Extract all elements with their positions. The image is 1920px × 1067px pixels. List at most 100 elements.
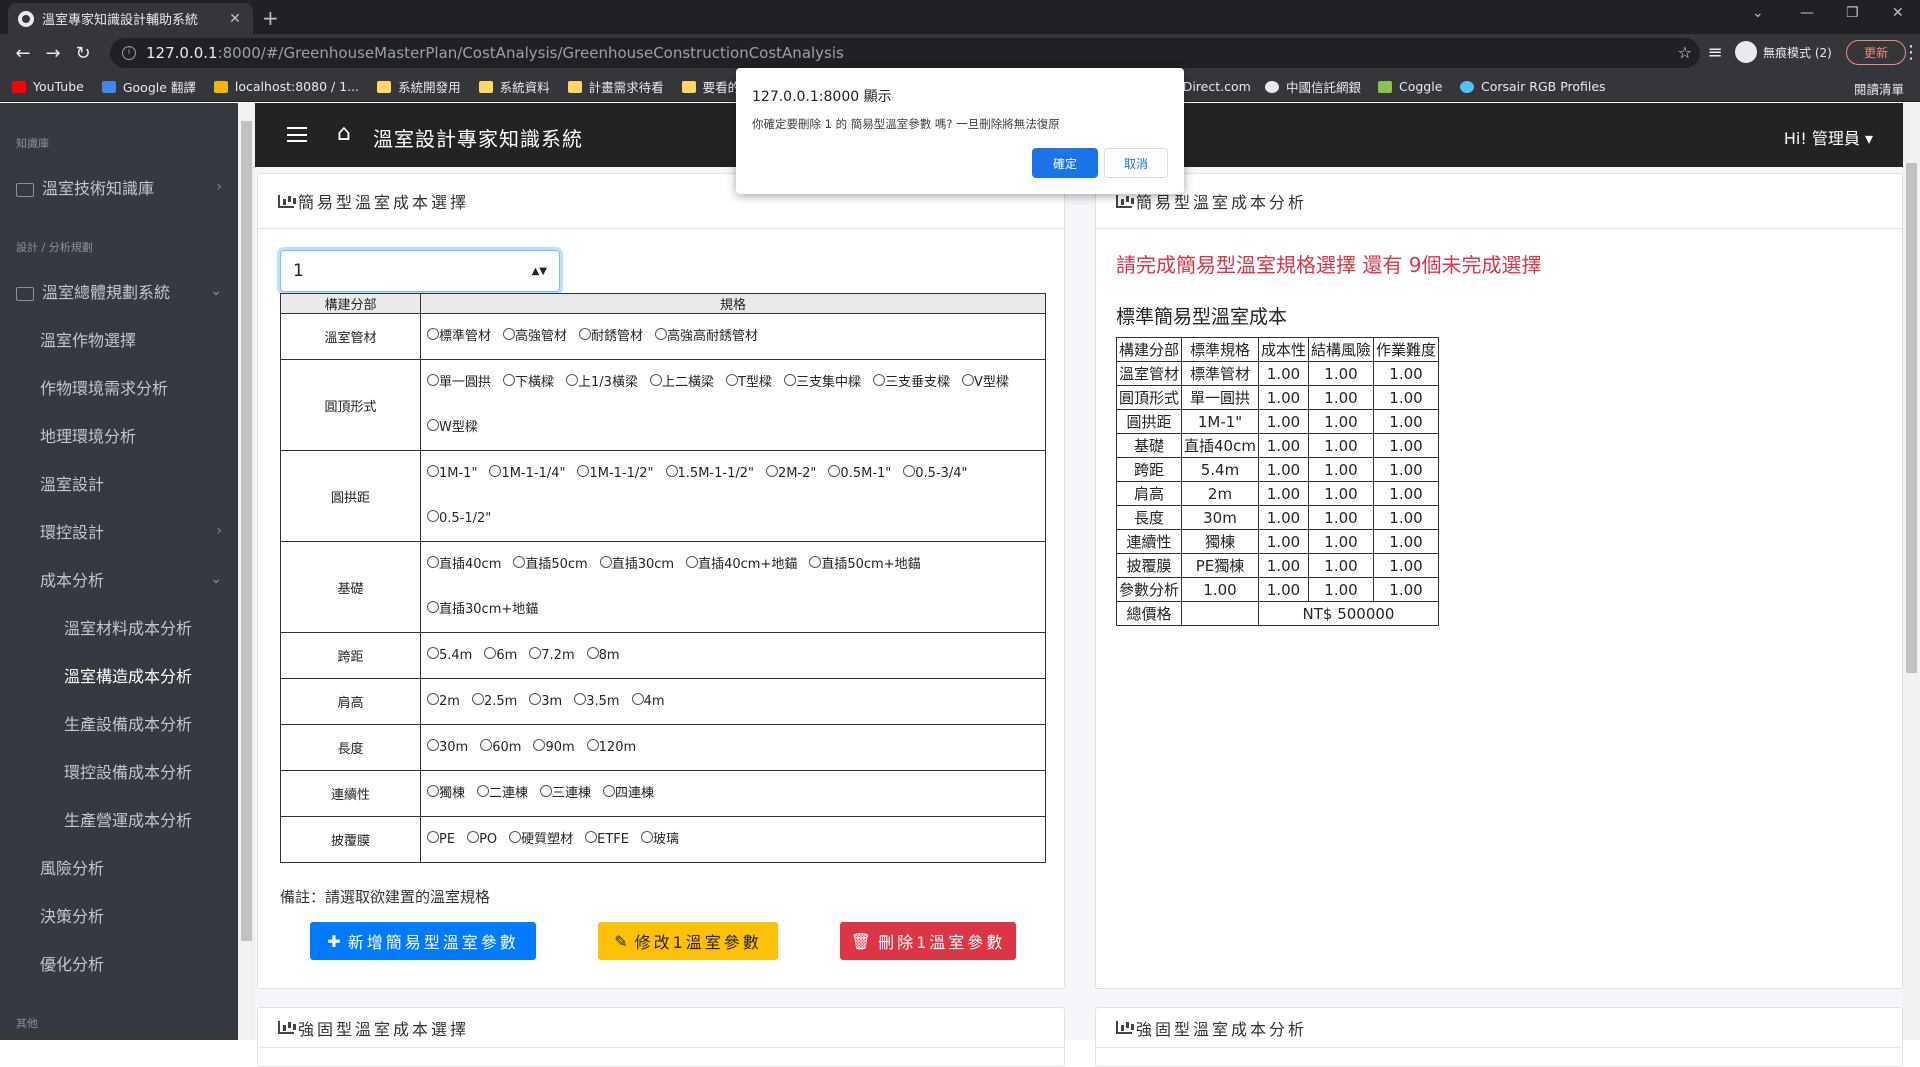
sidebar-subitem-construction-cost[interactable]: 溫室構造成本分析 [64, 663, 222, 687]
radio-option[interactable]: PE [427, 817, 455, 862]
radio-circle-icon[interactable] [427, 601, 439, 613]
radio-option[interactable]: 1M-1-1/4" [489, 451, 565, 496]
radio-option[interactable]: W型樑 [427, 405, 478, 450]
sidebar-item-crop-env[interactable]: 作物環境需求分析 [40, 375, 222, 399]
close-window-icon[interactable]: ✕ [1892, 5, 1904, 21]
sidebar-subitem-operation-cost[interactable]: 生產營運成本分析 [64, 807, 222, 831]
sidebar-scrollbar[interactable] [238, 103, 255, 1040]
sidebar-item-decision[interactable]: 決策分析 [40, 903, 222, 927]
radio-option[interactable]: 2.5m [471, 679, 517, 724]
radio-option[interactable]: 三支集中樑 [783, 360, 861, 405]
bookmark-youtube[interactable]: YouTube [12, 79, 84, 94]
radio-option[interactable]: 7.2m [529, 633, 575, 678]
radio-circle-icon[interactable] [586, 647, 599, 659]
radio-circle-icon[interactable] [529, 647, 542, 659]
radio-circle-icon[interactable] [484, 647, 497, 659]
sidebar-item-greenhouse-design[interactable]: 溫室設計 [40, 471, 222, 495]
browser-tab[interactable]: 溫室專家知識設計輔助系統 ✕ [8, 3, 253, 34]
radio-circle-icon[interactable] [872, 374, 885, 386]
radio-circle-icon[interactable] [655, 328, 668, 340]
radio-option[interactable]: 0.5M-1" [828, 451, 891, 496]
close-tab-icon[interactable]: ✕ [227, 11, 243, 27]
radio-option[interactable]: 5.4m [427, 633, 472, 678]
radio-circle-icon[interactable] [686, 556, 699, 568]
radio-option[interactable]: 8m [586, 633, 620, 678]
radio-circle-icon[interactable] [579, 328, 592, 340]
page-scrollbar[interactable] [1903, 103, 1920, 1040]
radio-circle-icon[interactable] [961, 374, 974, 386]
radio-option[interactable]: 單一圓拱 [427, 360, 491, 405]
edit-param-button[interactable]: ✎ 修改1溫室參數 [598, 922, 778, 960]
radio-option[interactable]: V型樑 [961, 360, 1009, 405]
radio-option[interactable]: 高強高耐銹管材 [655, 314, 758, 359]
radio-option[interactable]: 四連棟 [603, 771, 654, 816]
radio-option[interactable]: 上二橫梁 [649, 360, 714, 405]
radio-option[interactable]: PO [467, 817, 497, 862]
param-select[interactable]: 1 ▲▼ [280, 250, 560, 292]
incognito-indicator[interactable]: 無痕模式 (2) [1735, 41, 1832, 63]
radio-option[interactable]: 直插30cm [599, 542, 674, 587]
bookmark-ctbc[interactable]: 中國信託網銀 [1265, 77, 1361, 96]
radio-circle-icon[interactable] [503, 374, 516, 386]
radio-option[interactable]: ETFE [585, 817, 629, 862]
radio-option[interactable]: 3.5m [574, 679, 620, 724]
sidebar-item-cost-analysis[interactable]: 成本分析 ⌄ [40, 567, 222, 591]
sidebar-subitem-equipment-cost[interactable]: 生產設備成本分析 [64, 711, 222, 735]
radio-circle-icon[interactable] [574, 693, 587, 705]
radio-circle-icon[interactable] [427, 465, 439, 477]
radio-option[interactable]: 三連棟 [540, 771, 591, 816]
radio-circle-icon[interactable] [665, 465, 678, 477]
bookmark-folder-requirements[interactable]: 計畫需求待看 [567, 77, 664, 96]
sidebar-item-risk[interactable]: 風險分析 [40, 855, 222, 879]
sidebar-item-master-plan[interactable]: 溫室總體規劃系統 ⌄ [16, 279, 222, 303]
radio-option[interactable]: 上1/3橫梁 [566, 360, 638, 405]
radio-circle-icon[interactable] [599, 556, 612, 568]
site-info-icon[interactable]: i [122, 46, 136, 60]
radio-option[interactable]: 標準管材 [427, 314, 491, 359]
radio-option[interactable]: 二連棟 [477, 771, 528, 816]
tab-search-icon[interactable]: ⌄ [1752, 5, 1764, 21]
radio-option[interactable]: 直插50cm [513, 542, 588, 587]
radio-option[interactable]: 高強管材 [503, 314, 567, 359]
radio-circle-icon[interactable] [427, 419, 439, 431]
radio-circle-icon[interactable] [509, 831, 522, 843]
radio-circle-icon[interactable] [471, 693, 484, 705]
bookmark-google-translate[interactable]: Google 翻譯 [101, 77, 196, 96]
radio-circle-icon[interactable] [427, 647, 439, 659]
delete-param-button[interactable]: 🗑 刪除1溫室參數 [840, 922, 1016, 960]
radio-circle-icon[interactable] [427, 556, 439, 568]
radio-circle-icon[interactable] [513, 556, 526, 568]
radio-circle-icon[interactable] [828, 465, 841, 477]
sidebar-subitem-control-cost[interactable]: 環控設備成本分析 [64, 759, 222, 783]
radio-circle-icon[interactable] [427, 739, 439, 751]
sidebar-scrollbar-thumb[interactable] [241, 121, 252, 941]
radio-option[interactable]: 2m [427, 679, 460, 724]
radio-option[interactable]: 120m [586, 725, 636, 770]
reading-mode-icon[interactable]: ≡ [1700, 42, 1730, 63]
confirm-button[interactable]: 確定 [1032, 148, 1098, 178]
radio-circle-icon[interactable] [427, 328, 439, 340]
bookmark-corsair[interactable]: Corsair RGB Profiles [1460, 79, 1606, 94]
back-icon[interactable]: ← [8, 43, 38, 64]
page-scrollbar-thumb[interactable] [1906, 163, 1917, 673]
radio-option[interactable]: 4m [631, 679, 665, 724]
sidebar-item-crop-selection[interactable]: 溫室作物選擇 [40, 327, 222, 351]
radio-circle-icon[interactable] [540, 785, 553, 797]
radio-option[interactable]: 直插30cm+地錨 [427, 587, 538, 632]
radio-option[interactable]: 0.5-3/4" [903, 451, 968, 496]
cancel-button[interactable]: 取消 [1104, 148, 1168, 178]
minimize-icon[interactable]: — [1800, 5, 1814, 21]
radio-option[interactable]: 6m [484, 633, 517, 678]
user-menu[interactable]: Hi! 管理員 ▾ [1784, 125, 1873, 149]
radio-circle-icon[interactable] [427, 510, 439, 522]
radio-option[interactable]: 獨棟 [427, 771, 465, 816]
radio-circle-icon[interactable] [809, 556, 822, 568]
radio-circle-icon[interactable] [489, 465, 502, 477]
radio-circle-icon[interactable] [529, 693, 542, 705]
radio-circle-icon[interactable] [783, 374, 796, 386]
sidebar-item-geo-env[interactable]: 地理環境分析 [40, 423, 222, 447]
reload-icon[interactable]: ↻ [68, 43, 98, 64]
radio-circle-icon[interactable] [480, 739, 493, 751]
radio-circle-icon[interactable] [631, 693, 644, 705]
radio-circle-icon[interactable] [427, 374, 439, 386]
